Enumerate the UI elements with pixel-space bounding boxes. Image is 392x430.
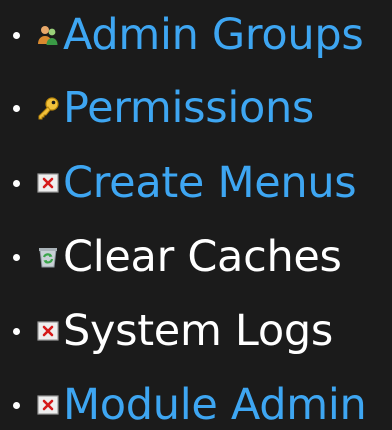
bullet (13, 253, 20, 261)
menu-item-module-admin[interactable]: Module Admin (0, 380, 367, 430)
key-icon (38, 97, 59, 120)
menu-item-create-menus[interactable]: Create Menus (0, 158, 357, 208)
menu-item-label[interactable]: Module Admin (63, 380, 367, 430)
menu-item-system-logs: System Logs (0, 306, 333, 356)
bullet (13, 179, 20, 187)
recycle-icon (39, 248, 57, 268)
broken-image-icon (37, 395, 59, 415)
menu-item-admin-groups[interactable]: Admin Groups (0, 10, 364, 60)
bullet (13, 401, 20, 409)
bullet (13, 327, 20, 335)
menu-item-label[interactable]: Create Menus (63, 158, 357, 208)
broken-image-icon (37, 173, 59, 193)
menu-item-clear-caches: Clear Caches (0, 232, 342, 282)
user-group-icon (38, 26, 58, 45)
menu-item-permissions[interactable]: Permissions (0, 83, 314, 133)
broken-image-icon (37, 321, 59, 341)
menu-item-label: Clear Caches (63, 232, 342, 282)
bullet (13, 104, 20, 112)
menu-item-label[interactable]: Admin Groups (63, 10, 364, 60)
bullet (13, 31, 20, 39)
menu-item-label[interactable]: Permissions (63, 83, 314, 133)
menu-item-label: System Logs (63, 306, 333, 356)
